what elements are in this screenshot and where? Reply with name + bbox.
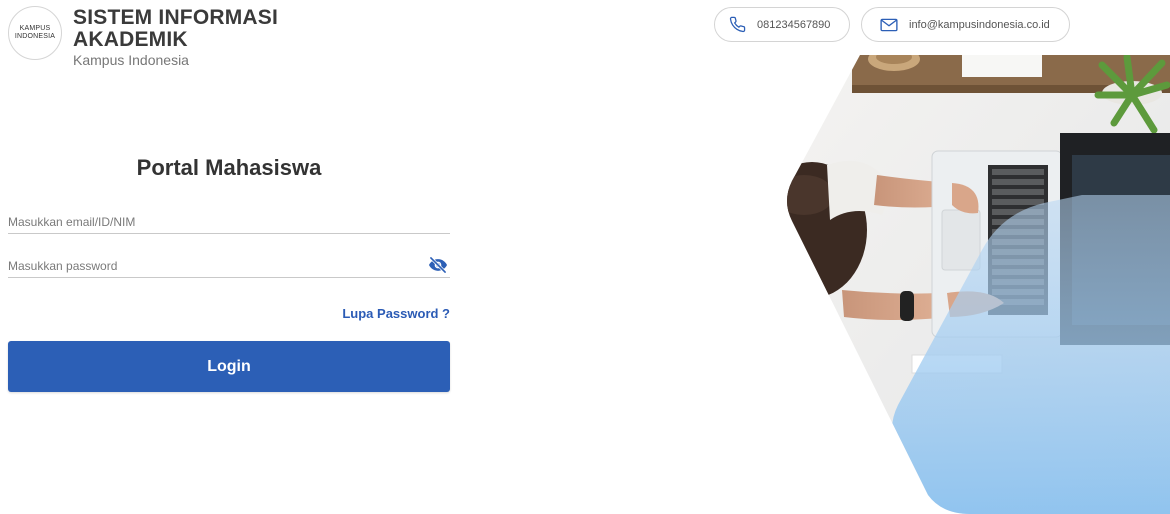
login-page: KAMPUS INDONESIA SISTEM INFORMASI AKADEM… (0, 0, 1170, 514)
email-id-nim-input[interactable] (8, 212, 450, 232)
email-address: info@kampusindonesia.co.id (909, 18, 1050, 31)
app-title-line1: SISTEM INFORMASI (73, 6, 279, 29)
brand: KAMPUS INDONESIA SISTEM INFORMASI AKADEM… (8, 6, 278, 68)
app-subtitle: Kampus Indonesia (73, 52, 189, 68)
mail-icon (880, 18, 898, 32)
password-input[interactable] (8, 256, 450, 276)
logo-text-line2: INDONESIA (14, 33, 56, 40)
portal-title: Portal Mahasiswa (136, 155, 322, 180)
app-title: SISTEM INFORMASI AKADEMIK (73, 7, 278, 51)
campus-logo: KAMPUS INDONESIA (8, 6, 62, 60)
logo-text-line1: KAMPUS (19, 25, 51, 32)
login-button[interactable]: Login (8, 341, 450, 392)
eye-slash-icon[interactable] (428, 256, 448, 274)
password-field-wrapper (8, 256, 450, 278)
email-field-wrapper (8, 212, 450, 234)
brand-text: SISTEM INFORMASI AKADEMIK Kampus Indones… (73, 7, 278, 69)
forgot-password-link[interactable]: Lupa Password ? (300, 306, 450, 321)
phone-contact-button[interactable]: 081234567890 (714, 7, 850, 42)
phone-number: 081234567890 (757, 18, 831, 31)
app-title-line2: AKADEMIK (73, 28, 188, 51)
phone-icon (729, 16, 746, 33)
email-contact-button[interactable]: info@kampusindonesia.co.id (861, 7, 1070, 42)
hero-laptop-image (787, 55, 1170, 514)
